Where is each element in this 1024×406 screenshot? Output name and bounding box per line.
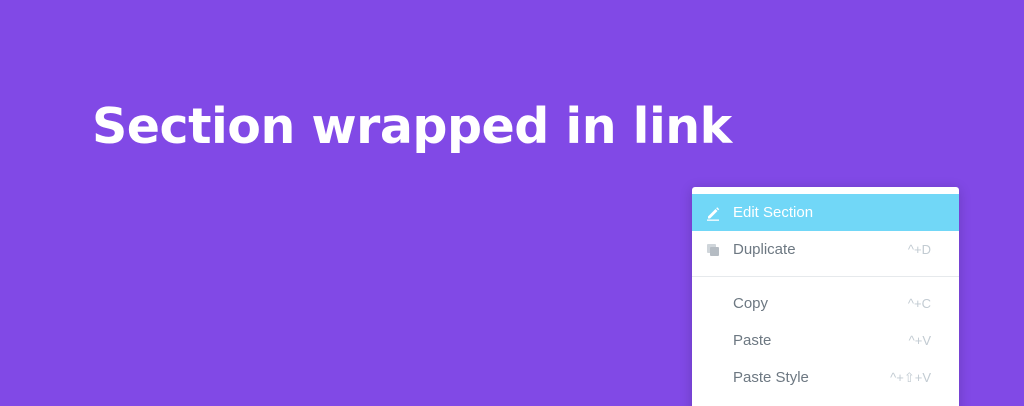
menu-item-shortcut: ^+C [907,296,931,311]
pencil-icon [705,205,721,221]
menu-item-label: Duplicate [733,241,796,258]
menu-item-shortcut: ^+⇧+V [890,369,931,385]
menu-item-paste-style[interactable]: Paste Style ^+⇧+V [692,359,959,396]
menu-divider [692,276,959,277]
menu-item-label: Edit Section [733,204,814,221]
context-menu: Edit Section Duplicate ^+D Copy ^+C Past… [692,187,959,406]
menu-item-label: Paste Style [733,369,809,386]
menu-item-shortcut: ^+V [908,333,931,348]
menu-item-paste[interactable]: Paste ^+V [692,322,959,359]
menu-item-label: Copy [733,295,769,312]
menu-item-shortcut: ^+D [907,242,931,257]
menu-item-copy[interactable]: Copy ^+C [692,285,959,322]
menu-item-label: Paste [733,332,772,349]
duplicate-icon [705,242,721,258]
menu-item-duplicate[interactable]: Duplicate ^+D [692,231,959,268]
menu-item-edit-section[interactable]: Edit Section [692,194,959,231]
page-heading: Section wrapped in link [92,98,732,155]
editor-canvas[interactable]: Section wrapped in link Edit Section Dup… [0,0,1024,406]
